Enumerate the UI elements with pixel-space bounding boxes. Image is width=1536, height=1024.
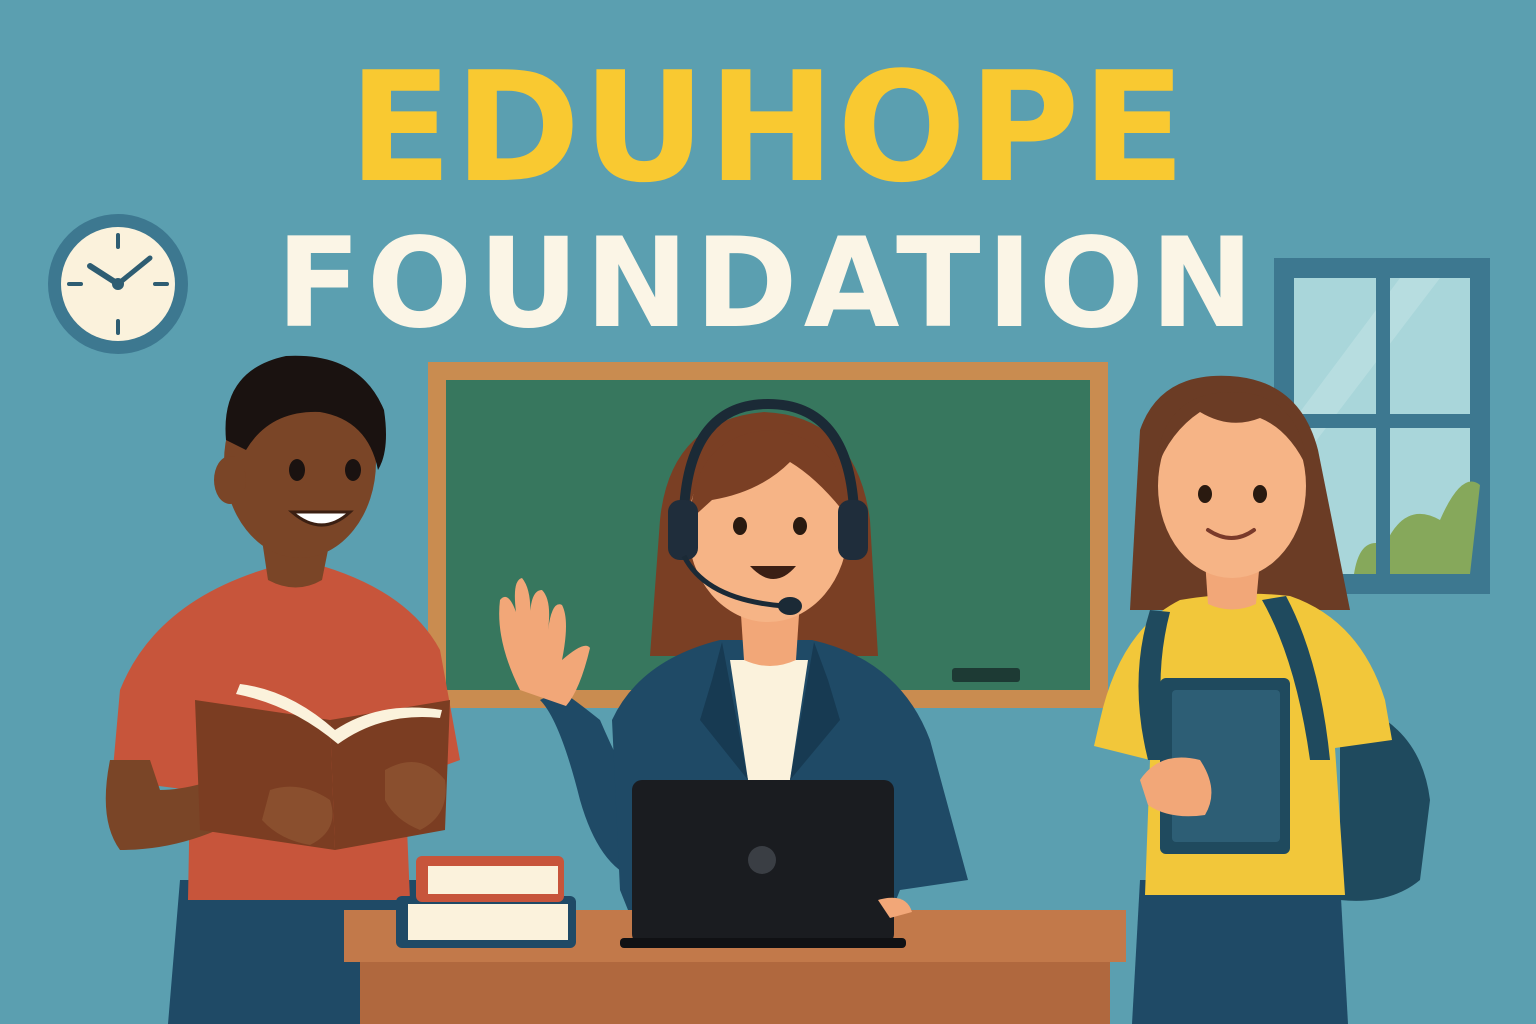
- laptop-icon: [620, 780, 906, 948]
- classroom-banner: EDUHOPE FOUNDATION: [0, 0, 1536, 1024]
- book-stack-icon: [396, 856, 576, 948]
- title-line-foundation: FOUNDATION: [276, 212, 1260, 356]
- title-line-eduhope: EDUHOPE: [348, 39, 1188, 216]
